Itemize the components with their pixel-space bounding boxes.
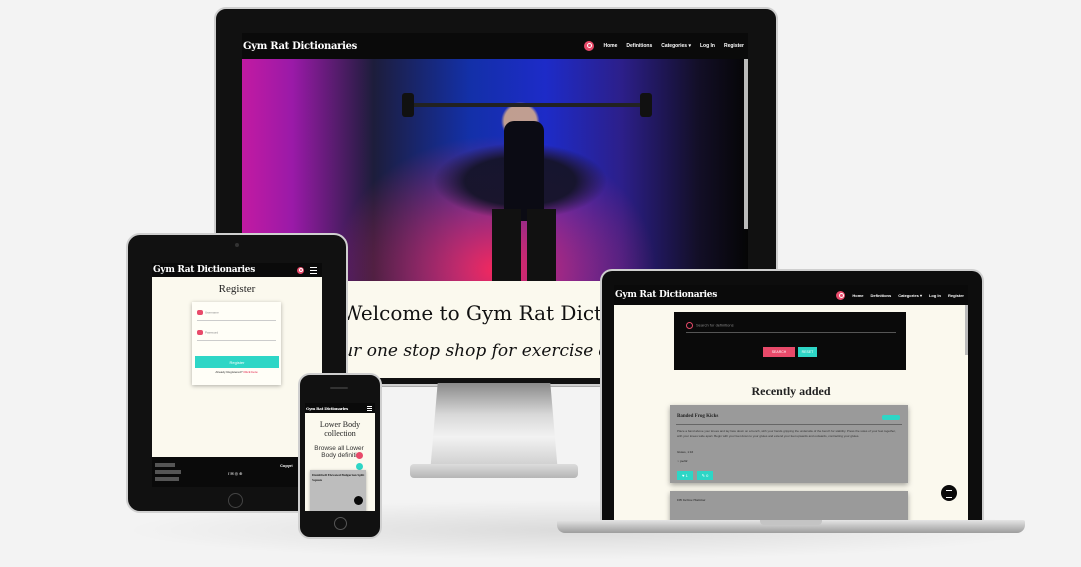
card-title: Dumbbell Elevated Bulgarian Split Squats [312,473,365,482]
scrollbar[interactable] [744,59,748,229]
phone-device: Gym Rat Dictionaries Lower Body collecti… [298,373,382,539]
nav-categories[interactable]: Categories ▾ [898,293,922,298]
search-input[interactable]: Search for definitions [686,322,896,333]
barbell-plate-right [640,93,652,117]
comment-button[interactable]: ✎ 0 [697,471,713,480]
user-icon [197,310,203,315]
card-author: ♀ joe92 [677,459,688,463]
definition-card[interactable]: Banded Frog Kicks Place a band above you… [670,405,908,483]
nav-home[interactable]: Home [603,43,617,49]
search-button[interactable]: SEARCH [763,347,795,357]
barbell [412,103,642,107]
reset-button[interactable]: RESET [798,347,817,357]
laptop-screen: Gym Rat Dictionaries Home Definitions Ca… [614,285,968,523]
welcome-tagline: our one stop shop for exercise defi [332,341,631,361]
scrollbar[interactable] [965,305,968,355]
copyright: Copyri [280,463,293,468]
social-icons[interactable]: f ✉ ◎ ⊕ [228,471,243,476]
laptop-device: Gym Rat Dictionaries Home Definitions Ca… [600,269,984,527]
password-field[interactable]: Password [197,330,276,341]
home-button [334,517,347,530]
nav-definitions[interactable]: Definitions [871,293,892,298]
speaker [330,387,348,389]
search-panel: Search for definitions SEARCH RESET [674,312,906,370]
footer-link[interactable] [155,477,179,481]
site-brand[interactable]: Gym Rat Dictionaries [306,406,348,411]
card-description: Place a band above your knees and lay fa… [677,429,896,438]
footer: f ✉ ◎ ⊕ Copyri [152,457,322,487]
phone-navbar: Gym Rat Dictionaries [305,403,375,413]
lock-icon [197,330,203,335]
like-button[interactable]: ♥ 1 [677,471,693,480]
nav-register[interactable]: Register [724,43,744,49]
barbell-plate-left [402,93,414,117]
nav-login[interactable]: Log In [700,43,715,49]
desktop-navbar: Gym Rat Dictionaries Home Definitions Ca… [242,33,748,59]
site-brand[interactable]: Gym Rat Dictionaries [243,41,357,52]
login-link[interactable]: Click here [243,370,257,374]
menu-icon[interactable] [367,405,372,411]
divider [676,424,902,425]
menu-fab-icon[interactable] [941,485,957,501]
card-title: Banded Frog Kicks [677,414,719,419]
search-icon[interactable] [356,452,363,459]
tablet-navbar: Gym Rat Dictionaries [152,263,322,277]
search-icon[interactable] [584,41,595,51]
register-form: Username Password Register Already Regis… [192,302,281,385]
category-badge [882,415,900,420]
nav-register[interactable]: Register [948,293,964,298]
menu-icon[interactable] [310,266,317,274]
add-icon[interactable] [356,463,363,470]
footer-link[interactable] [155,463,175,467]
laptop-navbar: Gym Rat Dictionaries Home Definitions Ca… [614,285,968,305]
phone-screen: Gym Rat Dictionaries Lower Body collecti… [305,403,375,511]
site-brand[interactable]: Gym Rat Dictionaries [615,290,717,300]
menu-fab-icon[interactable] [354,496,363,505]
card-meta: Glutes, 1:16 [677,450,694,454]
monitor-foot [410,464,578,478]
login-prompt: Already Registered? Click here [215,370,258,374]
home-button [228,493,243,508]
card-title: DB Incline Hammer [677,498,706,502]
nav-login[interactable]: Log In [929,293,941,298]
athlete-silhouette [504,121,544,221]
search-icon [686,322,693,329]
nav-definitions[interactable]: Definitions [626,43,652,49]
camera-icon [235,243,239,247]
username-field[interactable]: Username [197,310,276,321]
register-button[interactable]: Register [195,356,279,368]
monitor-stand [430,383,558,473]
site-brand[interactable]: Gym Rat Dictionaries [153,265,255,275]
definition-card[interactable]: DB Incline Hammer [670,491,908,523]
register-title: Register [218,283,256,295]
nav-categories[interactable]: Categories ▾ [661,43,691,49]
search-icon[interactable] [836,290,846,300]
collection-title: Lower Body collection [319,420,361,438]
tablet-screen: Gym Rat Dictionaries Register Username P… [152,263,322,487]
nav-home[interactable]: Home [852,293,863,298]
athlete-legs [492,209,556,281]
footer-link[interactable] [155,470,181,474]
laptop-notch [760,520,822,525]
search-icon[interactable] [297,266,304,274]
recently-added-heading: Recently added [751,384,831,398]
